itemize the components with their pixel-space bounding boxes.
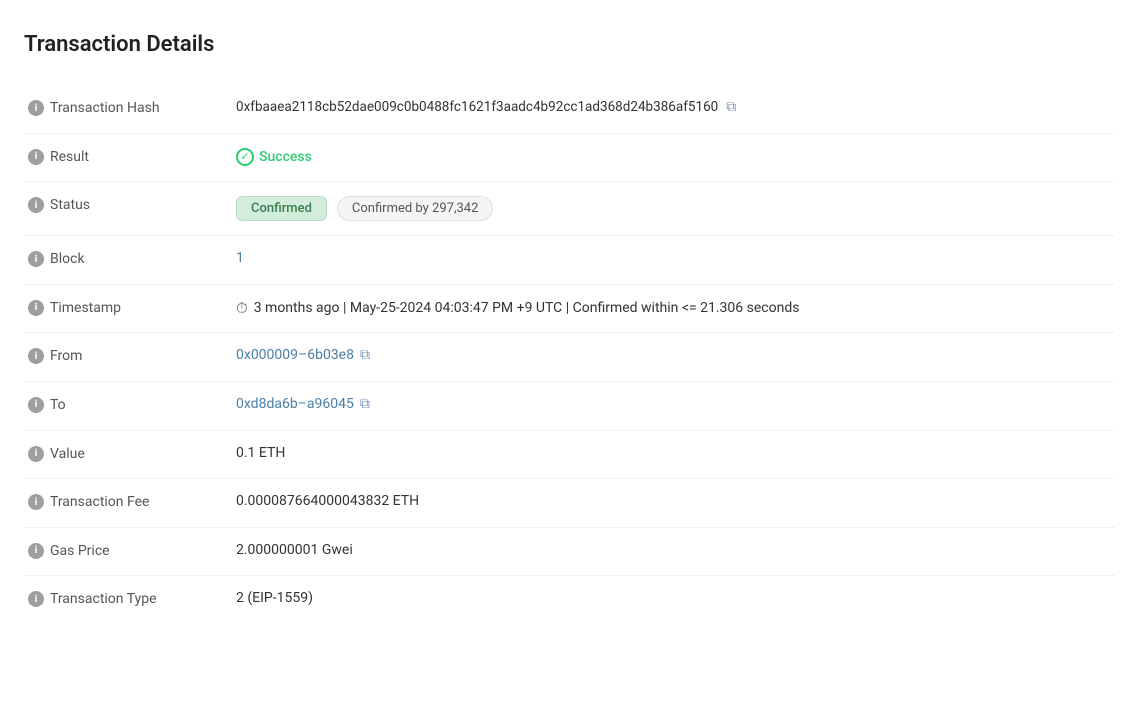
row-value: i Value 0.1 ETH xyxy=(24,430,1115,479)
info-icon-gas-price: i xyxy=(28,543,44,559)
value-to: 0xd8da6b–a96045 ⧉ xyxy=(224,381,1115,430)
block-link[interactable]: 1 xyxy=(236,250,244,266)
label-text-transaction-type: Transaction Type xyxy=(50,590,157,610)
to-address-link[interactable]: 0xd8da6b–a96045 ⧉ xyxy=(236,396,370,412)
row-to: i To 0xd8da6b–a96045 ⧉ xyxy=(24,381,1115,430)
value-timestamp: ⏱ 3 months ago | May-25-2024 04:03:47 PM… xyxy=(224,284,1115,333)
info-icon-value: i xyxy=(28,446,44,462)
label-text-gas-price: Gas Price xyxy=(50,542,110,562)
success-icon: ✓ xyxy=(236,148,254,166)
info-icon-timestamp: i xyxy=(28,300,44,316)
label-text-status: Status xyxy=(50,196,90,216)
details-table: i Transaction Hash 0xfbaaea2118cb52dae00… xyxy=(24,85,1115,624)
info-icon-transaction-fee: i xyxy=(28,494,44,510)
confirmed-by-badge: Confirmed by 297,342 xyxy=(337,196,494,221)
row-from: i From 0x000009–6b03e8 ⧉ xyxy=(24,333,1115,382)
label-text-block: Block xyxy=(50,250,85,270)
label-timestamp: i Timestamp xyxy=(24,284,224,333)
label-text-to: To xyxy=(50,396,66,416)
value-transaction-hash: 0xfbaaea2118cb52dae009c0b0488fc1621f3aad… xyxy=(224,85,1115,133)
row-transaction-type: i Transaction Type 2 (EIP-1559) xyxy=(24,576,1115,624)
info-icon-transaction-type: i xyxy=(28,591,44,607)
value-gas-price: 2.000000001 Gwei xyxy=(224,527,1115,576)
info-icon-result: i xyxy=(28,149,44,165)
success-badge: ✓ Success xyxy=(236,148,312,166)
value-status: Confirmed Confirmed by 297,342 xyxy=(224,182,1115,236)
label-from: i From xyxy=(24,333,224,382)
row-transaction-hash: i Transaction Hash 0xfbaaea2118cb52dae00… xyxy=(24,85,1115,133)
row-timestamp: i Timestamp ⏱ 3 months ago | May-25-2024… xyxy=(24,284,1115,333)
row-block: i Block 1 xyxy=(24,236,1115,285)
timestamp-text: 3 months ago | May-25-2024 04:03:47 PM +… xyxy=(254,300,800,316)
label-text-transaction-hash: Transaction Hash xyxy=(50,99,160,119)
label-text-transaction-fee: Transaction Fee xyxy=(50,493,149,513)
row-gas-price: i Gas Price 2.000000001 Gwei xyxy=(24,527,1115,576)
clock-icon: ⏱ xyxy=(236,299,248,317)
label-text-timestamp: Timestamp xyxy=(50,299,121,319)
confirmed-badge: Confirmed xyxy=(236,196,327,221)
label-status: i Status xyxy=(24,182,224,236)
label-result: i Result xyxy=(24,133,224,182)
row-transaction-fee: i Transaction Fee 0.000087664000043832 E… xyxy=(24,479,1115,528)
label-block: i Block xyxy=(24,236,224,285)
label-text-value: Value xyxy=(50,445,85,465)
row-result: i Result ✓ Success xyxy=(24,133,1115,182)
info-icon-from: i xyxy=(28,348,44,364)
info-icon-to: i xyxy=(28,397,44,413)
info-icon-transaction-hash: i xyxy=(28,100,44,116)
value-transaction-type: 2 (EIP-1559) xyxy=(224,576,1115,624)
label-value: i Value xyxy=(24,430,224,479)
hash-container: 0xfbaaea2118cb52dae009c0b0488fc1621f3aad… xyxy=(236,99,1103,115)
label-to: i To xyxy=(24,381,224,430)
from-address-link[interactable]: 0x000009–6b03e8 ⧉ xyxy=(236,347,370,363)
page-title: Transaction Details xyxy=(24,32,1115,57)
copy-from-button[interactable]: ⧉ xyxy=(360,347,370,363)
label-text-from: From xyxy=(50,347,82,367)
timestamp-container: ⏱ 3 months ago | May-25-2024 04:03:47 PM… xyxy=(236,299,1103,317)
value-from: 0x000009–6b03e8 ⧉ xyxy=(224,333,1115,382)
label-text-result: Result xyxy=(50,148,89,168)
transaction-details-page: Transaction Details i Transaction Hash 0… xyxy=(0,0,1139,656)
copy-hash-button[interactable]: ⧉ xyxy=(726,99,736,115)
value-result: ✓ Success xyxy=(224,133,1115,182)
info-icon-status: i xyxy=(28,197,44,213)
copy-to-button[interactable]: ⧉ xyxy=(360,396,370,412)
row-status: i Status Confirmed Confirmed by 297,342 xyxy=(24,182,1115,236)
value-eth: 0.1 ETH xyxy=(224,430,1115,479)
value-transaction-fee: 0.000087664000043832 ETH xyxy=(224,479,1115,528)
status-row: Confirmed Confirmed by 297,342 xyxy=(236,196,1103,221)
success-text: Success xyxy=(259,149,312,165)
label-transaction-fee: i Transaction Fee xyxy=(24,479,224,528)
value-block: 1 xyxy=(224,236,1115,285)
label-gas-price: i Gas Price xyxy=(24,527,224,576)
from-address-text: 0x000009–6b03e8 xyxy=(236,347,354,363)
to-address-text: 0xd8da6b–a96045 xyxy=(236,396,354,412)
info-icon-block: i xyxy=(28,251,44,267)
label-transaction-hash: i Transaction Hash xyxy=(24,85,224,133)
hash-text: 0xfbaaea2118cb52dae009c0b0488fc1621f3aad… xyxy=(236,99,718,115)
label-transaction-type: i Transaction Type xyxy=(24,576,224,624)
